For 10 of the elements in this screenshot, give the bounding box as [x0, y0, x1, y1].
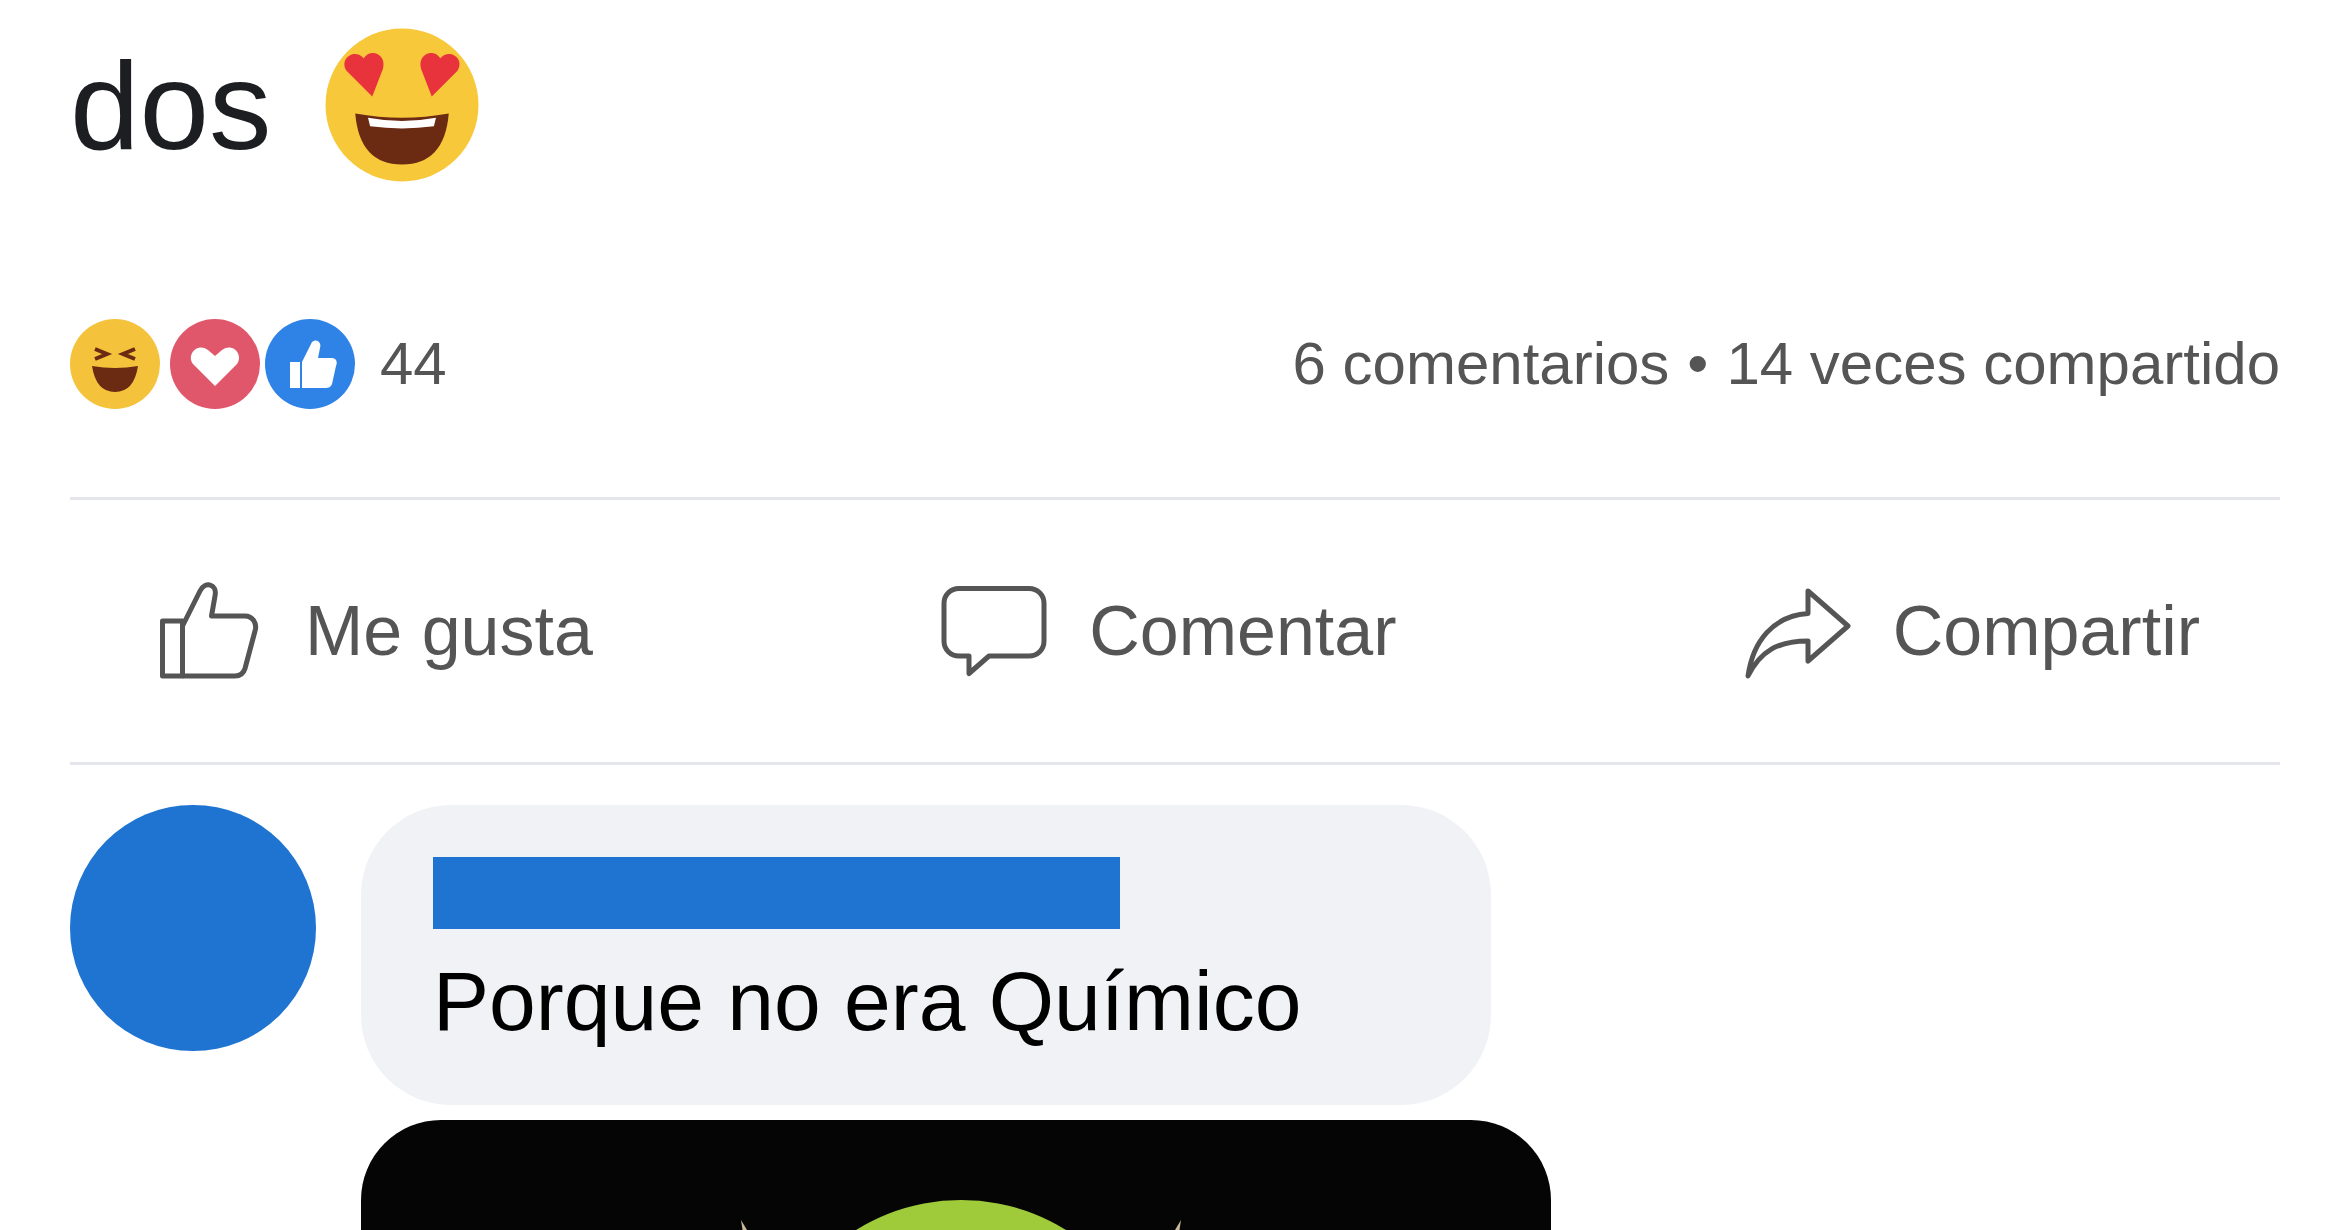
action-button[interactable]: Me gusta — [150, 571, 593, 691]
post-text: dos — [70, 42, 272, 168]
share-count[interactable]: 14 veces compartido — [1726, 318, 2280, 409]
reaction-count: 44 — [380, 328, 447, 399]
separator: • — [1687, 328, 1709, 399]
action-button[interactable]: Comentar — [934, 571, 1397, 691]
action-button[interactable]: Compartir — [1737, 571, 2200, 691]
thumbs-up-icon — [265, 318, 355, 409]
laughing-emoji-icon — [70, 318, 160, 409]
comment-count[interactable]: 6 comentarios — [1292, 318, 1670, 409]
